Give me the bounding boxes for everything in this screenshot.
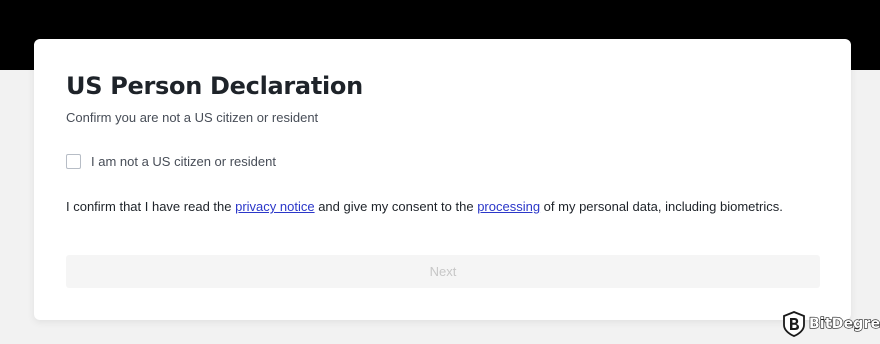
page-title: US Person Declaration (66, 72, 363, 100)
bitdegree-watermark: BitDegree (782, 311, 880, 337)
declaration-dialog: US Person Declaration Confirm you are no… (34, 39, 851, 320)
us-person-checkbox[interactable] (66, 154, 81, 169)
consent-text-part2: and give my consent to the (314, 199, 478, 214)
checkbox-label: I am not a US citizen or resident (91, 154, 276, 169)
next-button[interactable]: Next (66, 255, 820, 288)
consent-text-part1: I confirm that I have read the (66, 199, 236, 214)
privacy-notice-link[interactable]: privacy notice (235, 199, 314, 214)
watermark-text: BitDegree (808, 315, 880, 332)
dialog-subtitle: Confirm you are not a US citizen or resi… (66, 110, 319, 125)
us-person-checkbox-row[interactable]: I am not a US citizen or resident (66, 154, 276, 169)
processing-link[interactable]: processing (477, 199, 540, 214)
consent-text: I confirm that I have read the privacy n… (66, 199, 783, 214)
bitdegree-shield-icon (783, 311, 805, 337)
consent-text-part3: of my personal data, including biometric… (540, 199, 783, 214)
